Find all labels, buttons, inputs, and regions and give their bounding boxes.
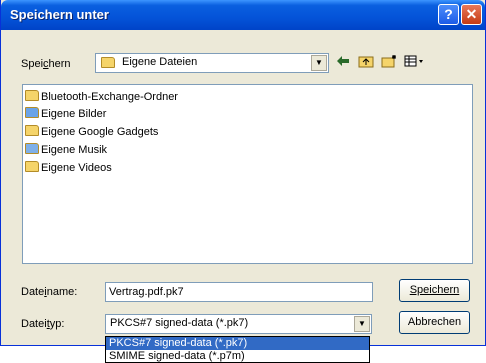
help-button[interactable]: ? bbox=[438, 4, 459, 25]
video-folder-icon bbox=[25, 161, 39, 172]
file-list[interactable]: Bluetooth-Exchange-Ordner Eigene Bilder … bbox=[22, 84, 473, 264]
filetype-option[interactable]: PKCS#7 signed-data (*.pk7) bbox=[106, 337, 369, 350]
close-button[interactable]: ✕ bbox=[461, 4, 482, 25]
save-in-value: Eigene Dateien bbox=[122, 56, 198, 68]
folder-icon bbox=[25, 90, 39, 101]
views-menu-icon[interactable] bbox=[403, 54, 425, 72]
filetype-label: Dateityp: bbox=[21, 318, 65, 330]
save-as-dialog: Speichern unter ? ✕ Speichern Eigene Dat… bbox=[0, 0, 486, 346]
new-folder-icon[interactable] bbox=[380, 54, 398, 72]
list-item[interactable]: Eigene Google Gadgets bbox=[25, 123, 158, 141]
filename-label: Dateiname: bbox=[21, 286, 78, 298]
music-folder-icon bbox=[25, 143, 39, 154]
save-in-combo[interactable]: Eigene Dateien ▼ bbox=[95, 53, 329, 73]
title-bar[interactable]: Speichern unter ? ✕ bbox=[1, 0, 485, 30]
list-item[interactable]: Bluetooth-Exchange-Ordner bbox=[25, 88, 178, 106]
list-item[interactable]: Eigene Musik bbox=[25, 141, 107, 159]
filetype-dropdown-list[interactable]: PKCS#7 signed-data (*.pk7) SMIME signed-… bbox=[105, 336, 370, 363]
folder-icon bbox=[25, 125, 39, 136]
dialog-title: Speichern unter bbox=[10, 7, 109, 22]
back-arrow-icon[interactable] bbox=[334, 54, 352, 72]
list-item[interactable]: Eigene Videos bbox=[25, 159, 112, 177]
pictures-folder-icon bbox=[25, 107, 39, 118]
chevron-down-icon[interactable]: ▼ bbox=[311, 55, 327, 71]
filetype-combo[interactable]: PKCS#7 signed-data (*.pk7) ▼ bbox=[105, 314, 372, 334]
save-button[interactable]: Speichern bbox=[399, 279, 470, 302]
filename-field[interactable]: Vertrag.pdf.pk7 bbox=[105, 282, 373, 302]
up-folder-icon[interactable] bbox=[357, 54, 375, 72]
filetype-value: PKCS#7 signed-data (*.pk7) bbox=[110, 317, 249, 329]
folder-icon bbox=[101, 57, 115, 68]
filetype-option[interactable]: SMIME signed-data (*.p7m) bbox=[106, 350, 369, 362]
save-in-label: Speichern bbox=[21, 58, 71, 70]
cancel-button[interactable]: Abbrechen bbox=[399, 311, 470, 334]
chevron-down-icon[interactable]: ▼ bbox=[354, 316, 370, 332]
list-item[interactable]: Eigene Bilder bbox=[25, 105, 106, 123]
